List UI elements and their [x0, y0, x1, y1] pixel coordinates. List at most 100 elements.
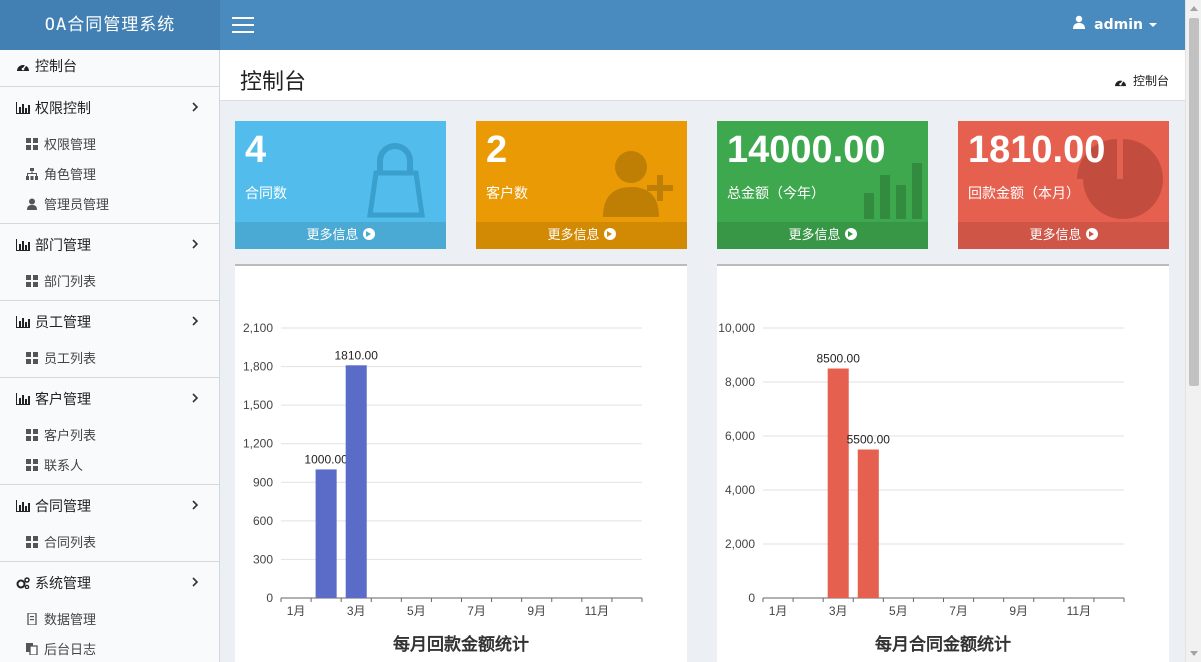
sidebar-group-label: 合同管理 — [35, 499, 91, 515]
sidebar-group-label: 部门管理 — [35, 238, 91, 254]
sidebar-item[interactable]: 联系人 — [0, 452, 219, 482]
chevron-right-icon — [192, 87, 199, 131]
sidebar-item-label: 管理员管理 — [44, 198, 110, 213]
sidebar-item[interactable]: 角色管理 — [0, 161, 219, 191]
user-name: admin — [1094, 17, 1143, 33]
stat-value: 14000.00 — [727, 129, 886, 171]
user-icon — [1072, 0, 1086, 50]
chevron-right-icon — [192, 378, 199, 422]
sidebar-item-label: 权限管理 — [44, 138, 97, 153]
sidebar-group-header[interactable]: 客户管理 — [0, 378, 219, 422]
x-tick-label: 1月 — [287, 604, 306, 618]
x-tick-label: 7月 — [949, 604, 968, 618]
y-tick-label: 600 — [253, 514, 273, 528]
more-info-label: 更多信息 — [1029, 228, 1082, 243]
sidebar-item[interactable]: 后台日志 — [0, 636, 219, 662]
app-logo[interactable]: OA合同管理系统 — [0, 0, 220, 50]
sidebar-item[interactable]: 合同列表 — [0, 529, 219, 559]
sidebar-group: 客户管理客户列表联系人 — [0, 377, 219, 484]
x-tick-label: 11月 — [585, 604, 609, 618]
y-tick-label: 1,800 — [243, 360, 273, 374]
more-info-link[interactable]: 更多信息 — [235, 222, 446, 249]
sidebar-item-dashboard[interactable]: 控制台 — [0, 50, 219, 86]
bar[interactable] — [857, 449, 879, 599]
scroll-down-icon[interactable] — [1190, 651, 1198, 656]
chart-panel-contract: 0 2,000 4,000 6,000 8,000 10,000 1月 3月 5月 7月 9月 11月… — [717, 264, 1169, 662]
breadcrumb[interactable]: 控制台 — [1114, 72, 1169, 90]
bar-chart-icon — [16, 88, 30, 114]
chevron-down-icon — [1149, 23, 1157, 27]
y-tick-label: 6,000 — [725, 429, 755, 443]
arrow-circle-right-icon — [603, 228, 616, 240]
stat-label: 客户数 — [486, 186, 528, 202]
sidebar-group-header[interactable]: 系统管理 — [0, 562, 219, 606]
sidebar-group-label: 员工管理 — [35, 315, 91, 331]
sidebar-item[interactable]: 管理员管理 — [0, 191, 219, 221]
sidebar-group-header[interactable]: 部门管理 — [0, 224, 219, 268]
x-tick-label: 5月 — [889, 604, 908, 618]
content-header: 控制台 控制台 — [220, 50, 1185, 101]
user-icon — [26, 192, 38, 210]
grid-icon — [26, 530, 38, 548]
sidebar-item-label: 客户列表 — [44, 429, 97, 444]
data-label: 1810.00 — [335, 348, 379, 362]
dashboard-icon — [16, 51, 30, 71]
more-info-label: 更多信息 — [306, 228, 359, 243]
sidebar-item[interactable]: 部门列表 — [0, 268, 219, 298]
sitemap-icon — [26, 162, 38, 180]
sidebar-toggle-icon[interactable] — [232, 17, 254, 33]
sidebar-item[interactable]: 数据管理 — [0, 606, 219, 636]
page-scrollbar[interactable] — [1185, 0, 1201, 662]
scroll-up-icon[interactable] — [1190, 6, 1198, 11]
more-info-link[interactable]: 更多信息 — [958, 222, 1169, 249]
x-tick-label: 3月 — [829, 604, 848, 618]
sidebar: 控制台 权限控制 权限管理 角色管理 管理员管理 部门管理 部门列表 员工管理 员工列表 客户管… — [0, 50, 220, 662]
sidebar-item[interactable]: 客户列表 — [0, 422, 219, 452]
sidebar-group-header[interactable]: 员工管理 — [0, 301, 219, 345]
sidebar-group: 合同管理合同列表 — [0, 484, 219, 561]
sidebar-group: 员工管理员工列表 — [0, 300, 219, 377]
chevron-right-icon — [192, 562, 199, 606]
y-tick-label: 0 — [266, 591, 273, 605]
cogs-icon — [16, 563, 30, 590]
database-icon — [26, 607, 38, 626]
shopping-bag-icon — [350, 135, 440, 229]
more-info-label: 更多信息 — [547, 228, 600, 243]
bar-chart-icon — [16, 379, 30, 405]
more-info-link[interactable]: 更多信息 — [717, 222, 928, 249]
y-tick-label: 8,000 — [725, 375, 755, 389]
sidebar-group-label: 客户管理 — [35, 392, 91, 408]
data-label: 1000.00 — [304, 452, 348, 466]
sidebar-item[interactable]: 权限管理 — [0, 131, 219, 161]
bar[interactable] — [315, 469, 337, 598]
bar[interactable] — [827, 368, 849, 599]
y-tick-label: 900 — [253, 475, 273, 489]
sidebar-item-label: 角色管理 — [44, 168, 97, 183]
x-tick-label: 9月 — [527, 604, 546, 618]
sidebar-group: 系统管理 数据管理 后台日志 — [0, 561, 219, 662]
sidebar-item-label: 联系人 — [44, 459, 84, 474]
y-tick-label: 4,000 — [725, 483, 755, 497]
sidebar-group-header[interactable]: 权限控制 — [0, 87, 219, 131]
sidebar-group-header[interactable]: 合同管理 — [0, 485, 219, 529]
top-navbar: OA合同管理系统 admin — [0, 0, 1185, 50]
sidebar-group-label: 权限控制 — [35, 101, 91, 117]
x-tick-label: 7月 — [467, 604, 486, 618]
stat-value: 1810.00 — [968, 129, 1106, 171]
arrow-circle-right-icon — [362, 228, 375, 240]
bar[interactable] — [345, 365, 367, 598]
chevron-right-icon — [192, 485, 199, 529]
sidebar-group: 部门管理部门列表 — [0, 223, 219, 300]
user-menu[interactable]: admin — [1072, 0, 1157, 50]
scroll-thumb[interactable] — [1189, 18, 1199, 386]
user-add-icon — [591, 135, 681, 229]
sidebar-item[interactable]: 员工列表 — [0, 345, 219, 375]
more-info-link[interactable]: 更多信息 — [476, 222, 687, 249]
files-icon — [26, 637, 38, 656]
stat-value: 2 — [486, 129, 508, 171]
stat-value: 4 — [245, 129, 267, 171]
x-tick-label: 11月 — [1067, 604, 1091, 618]
stat-label: 合同数 — [245, 186, 287, 202]
chevron-right-icon — [192, 224, 199, 268]
sidebar-item-label: 合同列表 — [44, 536, 97, 551]
